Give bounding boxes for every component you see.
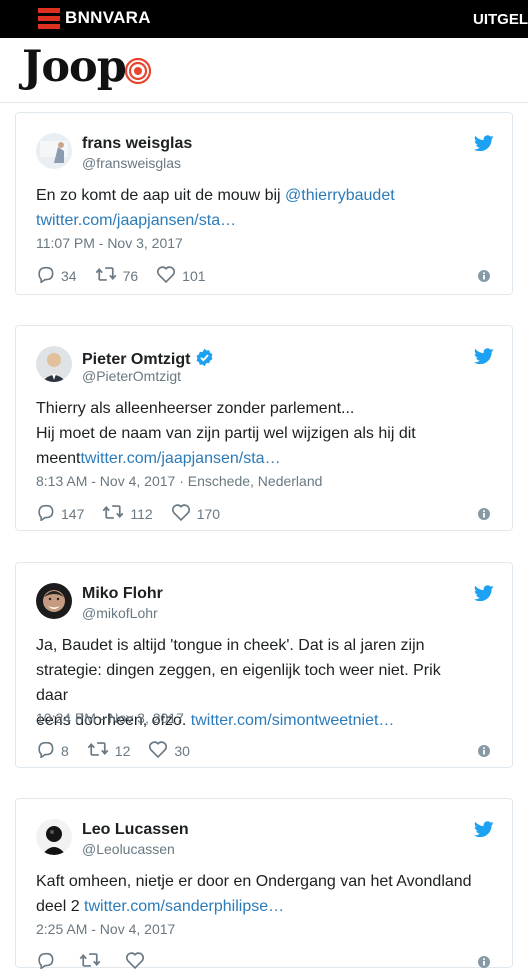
tweet-card[interactable]: Miko Flohr @mikofLohr Ja, Baudet is altijd… [15, 562, 513, 768]
bnnvara-brand-text: BNNVARA [65, 8, 151, 27]
reply-button[interactable]: 147 [36, 503, 84, 524]
retweet-count: 76 [122, 267, 139, 284]
tweet-text-segment: Thierry als alleenheerser zonder parleme… [36, 400, 355, 417]
tweet-text-segment: strategie: dingen zeggen, en eigenlijk t… [36, 662, 441, 704]
tweet-timestamp[interactable]: 11:07 PM - Nov 3, 2017 [36, 235, 183, 251]
tweet-text-segment: En zo komt de aap uit de mouw bij [36, 187, 286, 204]
tweet-link[interactable]: twitter.com/simontweetniet… [191, 712, 395, 729]
heart-icon [148, 740, 174, 761]
avatar[interactable] [36, 819, 72, 855]
bnnvara-logo[interactable]: BNNVARA [38, 7, 151, 29]
bnnvara-logo-icon [38, 7, 60, 29]
info-icon[interactable] [478, 955, 490, 973]
tweet-actions: 147 112 170 [36, 503, 238, 524]
joop-logo-target-icon [125, 58, 151, 84]
tweet-timestamp[interactable]: 2:25 AM - Nov 4, 2017 [36, 921, 175, 937]
retweet-button[interactable] [79, 952, 107, 971]
author-name[interactable]: frans weisglas [82, 135, 192, 153]
retweet-count: 112 [130, 505, 153, 522]
like-button[interactable] [125, 951, 151, 972]
author-handle[interactable]: @fransweisglas [82, 155, 181, 171]
tweet-text-segment: Ja, Baudet is altijd 'tongue in cheek'. … [36, 637, 425, 654]
tweet-actions: 34 76 101 [36, 265, 224, 286]
site-header: Joop [0, 38, 528, 103]
twitter-bird-icon[interactable] [473, 135, 494, 157]
heart-icon [171, 503, 197, 524]
like-button[interactable]: 30 [148, 740, 190, 761]
joop-logo[interactable]: Joop [22, 42, 127, 92]
author-handle[interactable]: @mikofLohr [82, 605, 158, 621]
retweet-count: 12 [114, 742, 131, 759]
retweet-icon [79, 952, 107, 971]
tweet-link[interactable]: twitter.com/sanderphilipse… [84, 898, 284, 915]
twitter-bird-icon[interactable] [473, 821, 494, 843]
retweet-icon [102, 504, 130, 523]
author-name[interactable]: Pieter Omtzigt [82, 351, 190, 369]
info-icon[interactable] [478, 744, 490, 762]
tweet-card[interactable]: Pieter Omtzigt @PieterOmtzigt Thierry als … [15, 325, 513, 531]
nav-uitgelicht[interactable]: UITGELI [473, 11, 528, 28]
author-name-row: Leo Lucassen [82, 821, 189, 839]
reply-icon [36, 740, 61, 761]
tweet-text-segment: meent [36, 450, 81, 467]
info-icon[interactable] [478, 507, 490, 525]
tweet-link[interactable]: twitter.com/jaapjansen/sta… [80, 450, 280, 467]
tweet-link[interactable]: twitter.com/jaapjansen/sta… [36, 212, 236, 229]
info-icon[interactable] [478, 269, 490, 287]
retweet-icon [87, 741, 115, 760]
like-button[interactable]: 101 [156, 265, 206, 286]
author-name-row: Miko Flohr [82, 585, 163, 603]
like-count: 101 [182, 267, 206, 284]
author-handle[interactable]: @PieterOmtzigt [82, 368, 181, 384]
tweet-link[interactable]: @thierrybaudet [285, 187, 395, 204]
tweet-timestamp[interactable]: 10:24 PM - Nov 3, 2017 [36, 710, 184, 726]
author-handle[interactable]: @Leolucassen [82, 841, 175, 857]
tweet-card[interactable]: frans weisglas @fransweisglas En zo komt d… [15, 112, 513, 295]
like-count: 30 [174, 742, 190, 759]
top-bar: BNNVARA UITGELI [0, 0, 528, 38]
verified-badge-icon [195, 348, 214, 372]
like-count: 170 [196, 505, 221, 522]
author-name-row: frans weisglas [82, 135, 192, 153]
tweet-text-segment: deel 2 [36, 898, 85, 915]
avatar[interactable] [36, 583, 72, 619]
reply-count: 8 [61, 742, 69, 759]
reply-count: 147 [61, 505, 85, 522]
reply-icon [36, 951, 61, 972]
heart-icon [125, 951, 151, 972]
heart-icon [156, 265, 182, 286]
avatar[interactable] [36, 133, 72, 169]
tweet-text-segment: Kaft omheen, nietje er door en Ondergang… [36, 873, 472, 890]
retweet-button[interactable]: 76 [95, 266, 139, 285]
tweet-body: En zo komt de aap uit de mouw bij @thier… [36, 183, 476, 233]
author-name[interactable]: Leo Lucassen [82, 821, 189, 839]
reply-button[interactable]: 8 [36, 740, 69, 761]
author-name[interactable]: Miko Flohr [82, 585, 163, 603]
reply-button[interactable]: 34 [36, 265, 77, 286]
retweet-button[interactable]: 12 [87, 741, 131, 760]
reply-icon [36, 265, 61, 286]
tweet-timestamp[interactable]: 8:13 AM - Nov 4, 2017 · Enschede, Nederl… [36, 473, 322, 489]
reply-button[interactable] [36, 951, 61, 972]
tweet-body: Thierry als alleenheerser zonder parleme… [36, 396, 476, 471]
twitter-bird-icon[interactable] [473, 348, 494, 370]
tweet-card[interactable]: Leo Lucassen @Leolucassen Kaft omheen, nie… [15, 798, 513, 970]
tweet-actions [36, 951, 169, 972]
reply-count: 34 [61, 267, 77, 284]
like-button[interactable]: 170 [171, 503, 220, 524]
tweet-body: Kaft omheen, nietje er door en Ondergang… [36, 869, 476, 919]
tweet-text-segment: Hij moet de naam van zijn partij wel wij… [36, 425, 416, 442]
reply-icon [36, 503, 61, 524]
avatar[interactable] [36, 346, 72, 382]
retweet-icon [95, 266, 123, 285]
twitter-bird-icon[interactable] [473, 585, 494, 607]
tweet-actions: 8 12 30 [36, 740, 208, 761]
retweet-button[interactable]: 112 [102, 504, 153, 523]
